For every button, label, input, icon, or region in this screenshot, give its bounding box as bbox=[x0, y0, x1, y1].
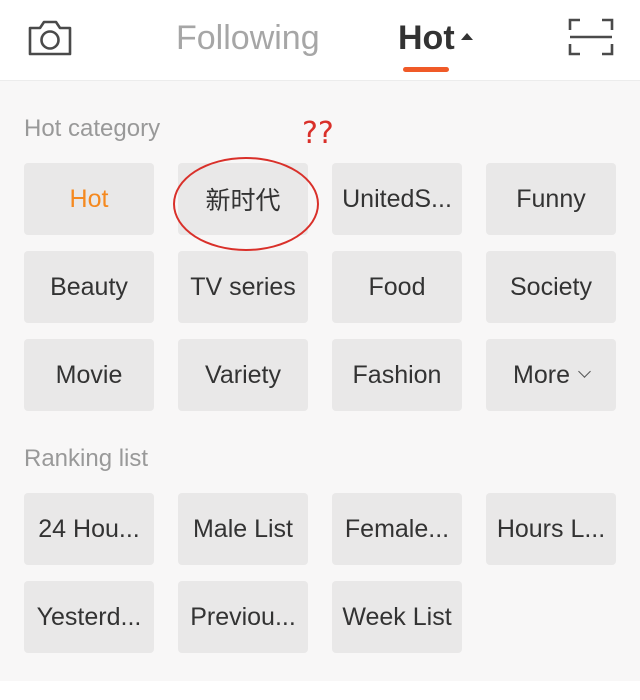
chip-fashion[interactable]: Fashion bbox=[332, 339, 462, 411]
chip-movie[interactable]: Movie bbox=[24, 339, 154, 411]
chip-tv-series[interactable]: TV series bbox=[178, 251, 308, 323]
chip-society[interactable]: Society bbox=[486, 251, 616, 323]
chip-food[interactable]: Food bbox=[332, 251, 462, 323]
camera-icon[interactable] bbox=[26, 18, 74, 58]
chip-male-list[interactable]: Male List bbox=[178, 493, 308, 565]
scan-icon[interactable] bbox=[568, 18, 614, 56]
chip-united-states[interactable]: UnitedS... bbox=[332, 163, 462, 235]
more-label: More bbox=[513, 360, 570, 389]
annotation-circle bbox=[173, 157, 319, 251]
tab-following[interactable]: Following bbox=[176, 18, 320, 58]
chip-beauty[interactable]: Beauty bbox=[24, 251, 154, 323]
tab-hot-label: Hot bbox=[398, 19, 455, 57]
chip-yesterday[interactable]: Yesterd... bbox=[24, 581, 154, 653]
caret-up-icon bbox=[460, 32, 473, 40]
chip-week-list[interactable]: Week List bbox=[332, 581, 462, 653]
chip-24-hours[interactable]: 24 Hou... bbox=[24, 493, 154, 565]
section-title-hot-category: Hot category bbox=[24, 115, 161, 142]
section-title-ranking-list: Ranking list bbox=[24, 445, 149, 472]
chip-previous[interactable]: Previou... bbox=[178, 581, 308, 653]
chip-female-list[interactable]: Female... bbox=[332, 493, 462, 565]
chevron-down-icon bbox=[578, 364, 591, 378]
top-bar: Following Hot bbox=[0, 0, 640, 81]
chip-funny[interactable]: Funny bbox=[486, 163, 616, 235]
tab-hot[interactable]: Hot bbox=[398, 18, 473, 58]
chip-hot[interactable]: Hot bbox=[24, 163, 154, 235]
underlying-feed-strip bbox=[0, 681, 640, 700]
active-tab-indicator bbox=[403, 67, 449, 72]
annotation-question-marks: ?? bbox=[302, 116, 334, 151]
chip-hours-list[interactable]: Hours L... bbox=[486, 493, 616, 565]
more-button[interactable]: More bbox=[486, 339, 616, 411]
chip-variety[interactable]: Variety bbox=[178, 339, 308, 411]
